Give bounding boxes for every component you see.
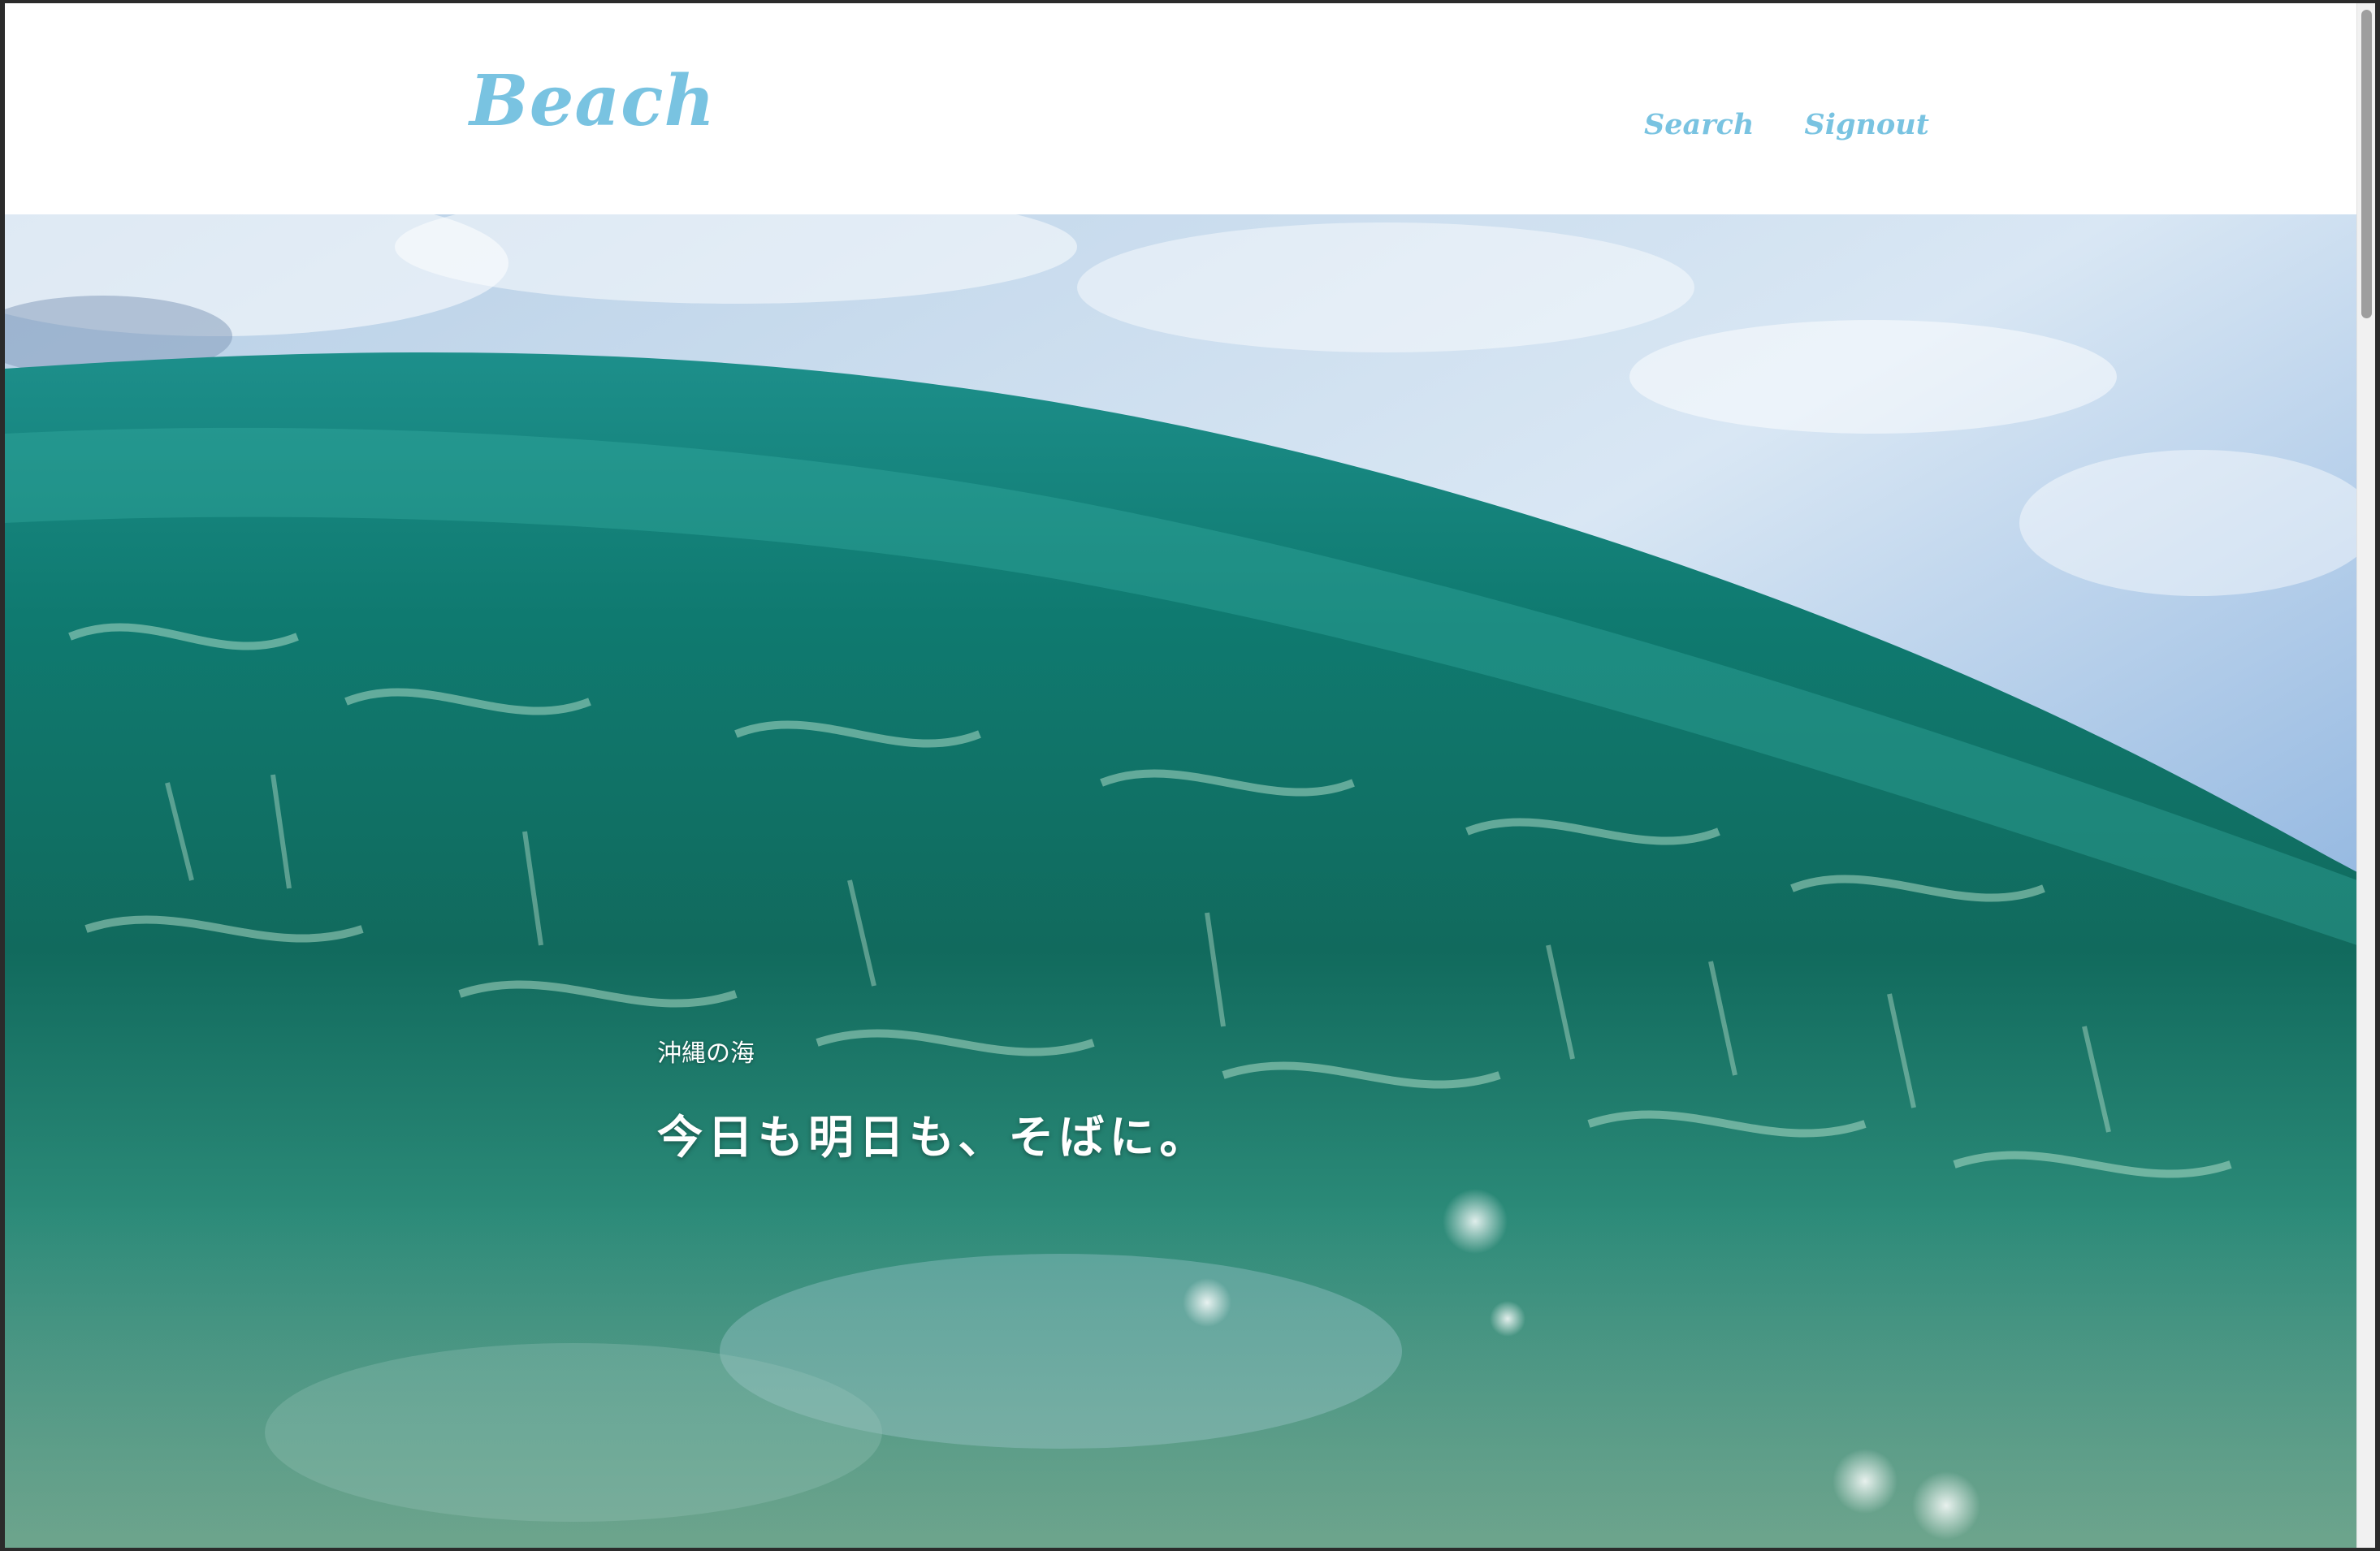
nav-search-link[interactable]: Search <box>1644 110 1754 139</box>
vertical-scrollbar[interactable] <box>2356 3 2375 1548</box>
main-nav: Search Signout <box>1644 110 1929 139</box>
hero-section: 沖縄の海 今日も明日も、そばに。 <box>5 214 2357 1548</box>
hero-title: 今日も明日も、そばに。 <box>657 1111 1210 1164</box>
hero-ocean-image <box>5 214 2357 1548</box>
browser-window: Beach Search Signout 沖縄の海 今日も明日も、そばに。 <box>5 3 2375 1548</box>
hero-subtitle: 沖縄の海 <box>657 1039 755 1068</box>
scrollbar-thumb[interactable] <box>2361 10 2372 318</box>
nav-signout-link[interactable]: Signout <box>1804 110 1928 139</box>
site-header: Beach Search Signout <box>5 3 2357 214</box>
site-logo[interactable]: Beach <box>470 67 716 136</box>
